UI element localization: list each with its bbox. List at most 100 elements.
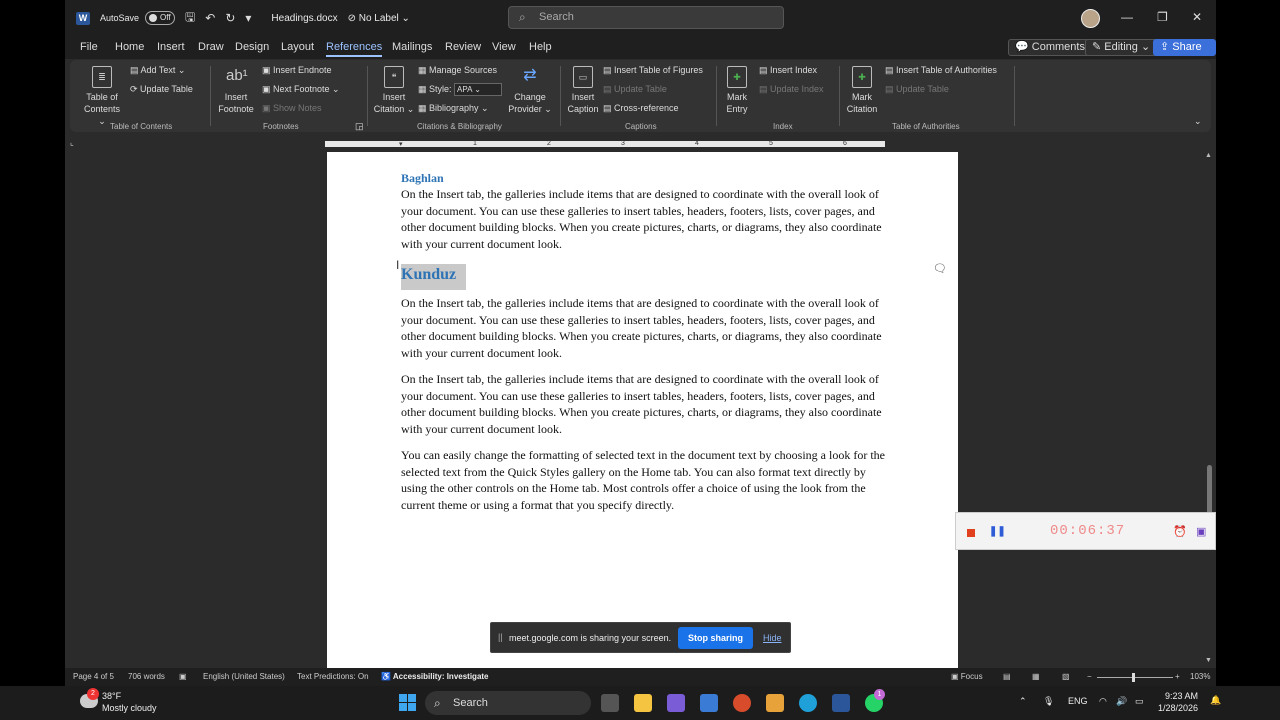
- store-icon[interactable]: [700, 694, 718, 712]
- camera-icon[interactable]: ▣: [1196, 525, 1206, 538]
- focus-button[interactable]: ▣ Focus: [951, 672, 983, 681]
- pause-recording-icon[interactable]: ❚❚: [989, 526, 1006, 537]
- weather-widget[interactable]: 38°F Mostly cloudy: [102, 690, 157, 714]
- copilot-icon[interactable]: [667, 694, 685, 712]
- save-icon[interactable]: 🖫: [185, 8, 195, 29]
- update-figures-table-button[interactable]: ▤ Update Table: [603, 84, 667, 95]
- insert-index-button[interactable]: ▤ Insert Index: [759, 65, 817, 76]
- zoom-level[interactable]: 103%: [1190, 672, 1210, 681]
- tab-file[interactable]: File: [80, 41, 98, 53]
- print-layout-icon[interactable]: ▦: [1032, 672, 1040, 681]
- tab-review[interactable]: Review: [445, 41, 481, 53]
- tab-view[interactable]: View: [492, 41, 516, 53]
- heading-baghlan[interactable]: Baghlan: [401, 171, 444, 186]
- body-paragraph[interactable]: You can easily change the formatting of …: [401, 447, 887, 513]
- footnotes-dialog-launcher-icon[interactable]: ◲: [355, 121, 364, 132]
- tab-selector-icon[interactable]: ⌞: [70, 138, 74, 147]
- page-count[interactable]: Page 4 of 5: [73, 672, 114, 681]
- accessibility-status[interactable]: ♿ Accessibility: Investigate: [381, 672, 489, 681]
- body-paragraph[interactable]: On the Insert tab, the galleries include…: [401, 371, 887, 437]
- scroll-up-icon[interactable]: ▲: [1205, 152, 1212, 159]
- zoom-out-icon[interactable]: −: [1087, 672, 1092, 681]
- stop-recording-icon[interactable]: [967, 529, 975, 537]
- manage-sources-button[interactable]: ▦ Manage Sources: [418, 65, 497, 76]
- tab-mailings[interactable]: Mailings: [392, 41, 432, 53]
- tab-home[interactable]: Home: [115, 41, 144, 53]
- system-clock[interactable]: 9:23 AM 1/28/2026: [1158, 690, 1198, 714]
- bibliography-button[interactable]: ▦ Bibliography ⌄: [418, 103, 489, 114]
- insert-citation-button[interactable]: ❝ Insert Citation ⌄: [373, 66, 415, 115]
- update-index-button[interactable]: ▤ Update Index: [759, 84, 824, 95]
- redo-icon[interactable]: ↻: [225, 11, 235, 25]
- tab-draw[interactable]: Draw: [198, 41, 224, 53]
- stop-sharing-button[interactable]: Stop sharing: [678, 627, 753, 649]
- style-combo[interactable]: APA ⌄: [454, 83, 503, 96]
- close-icon[interactable]: ✕: [1192, 10, 1202, 24]
- minimize-icon[interactable]: —: [1121, 10, 1133, 24]
- change-provider-button[interactable]: ⇄ Change Provider ⌄: [507, 66, 553, 115]
- insert-table-of-figures-button[interactable]: ▤ Insert Table of Figures: [603, 65, 703, 76]
- insert-endnote-button[interactable]: ▣ Insert Endnote: [262, 65, 332, 76]
- hide-sharing-bar-link[interactable]: Hide: [763, 633, 782, 643]
- user-avatar[interactable]: [1081, 9, 1100, 28]
- vertical-scrollbar[interactable]: ▲ ▼: [1203, 152, 1216, 668]
- ruler-indent-marker[interactable]: ▾: [399, 140, 403, 148]
- tab-layout[interactable]: Layout: [281, 41, 314, 53]
- scroll-down-icon[interactable]: ▼: [1205, 657, 1212, 664]
- volume-icon[interactable]: 🔊: [1116, 696, 1127, 707]
- body-paragraph[interactable]: On the Insert tab, the galleries include…: [401, 295, 887, 361]
- edge-icon[interactable]: [799, 694, 817, 712]
- body-paragraph[interactable]: On the Insert tab, the galleries include…: [401, 186, 887, 252]
- show-notes-button[interactable]: ▣ Show Notes: [262, 103, 322, 114]
- cross-reference-button[interactable]: ▤ Cross-reference: [603, 103, 679, 114]
- autosave-toggle[interactable]: Off: [145, 11, 176, 25]
- update-toc-button[interactable]: ⟳ Update Table: [130, 84, 193, 95]
- mark-entry-button[interactable]: ✚ Mark Entry: [722, 66, 752, 115]
- snipping-tool-icon[interactable]: [766, 694, 784, 712]
- start-button[interactable]: [399, 694, 416, 711]
- document-filename[interactable]: Headings.docx: [271, 13, 337, 24]
- recorder-app-icon[interactable]: [733, 694, 751, 712]
- drag-handle-icon[interactable]: ||: [498, 632, 503, 642]
- insert-table-of-authorities-button[interactable]: ▤ Insert Table of Authorities: [885, 65, 997, 76]
- table-of-contents-button[interactable]: ≣ Table of Contents ⌄: [82, 66, 122, 127]
- horizontal-ruler[interactable]: ⌞ ▾ 1 2 3 4 5 6: [65, 137, 1216, 149]
- undo-icon[interactable]: ↶: [205, 11, 215, 25]
- read-mode-icon[interactable]: ▤: [1003, 672, 1011, 681]
- heading-kunduz[interactable]: Kunduz: [401, 264, 467, 290]
- comment-icon[interactable]: 🗨: [933, 262, 947, 275]
- sensitivity-label[interactable]: ⊘ No Label ⌄: [348, 13, 410, 24]
- collapse-ribbon-icon[interactable]: ⌄: [1194, 116, 1202, 127]
- restore-icon[interactable]: ❐: [1157, 10, 1168, 24]
- taskbar-search[interactable]: ⌕ Search: [425, 691, 591, 715]
- alarm-icon[interactable]: ⏰: [1173, 525, 1187, 538]
- scrollbar-thumb[interactable]: [1207, 465, 1212, 515]
- text-predictions-status[interactable]: Text Predictions: On: [297, 672, 369, 681]
- notification-bell-icon[interactable]: 🔔: [1210, 695, 1221, 706]
- proofing-icon[interactable]: ▣: [179, 672, 187, 681]
- mark-citation-button[interactable]: ✚ Mark Citation: [844, 66, 880, 115]
- word-count[interactable]: 706 words: [128, 672, 165, 681]
- tab-references[interactable]: References: [326, 41, 383, 57]
- zoom-in-icon[interactable]: +: [1175, 672, 1180, 681]
- insert-caption-button[interactable]: ▭ Insert Caption: [565, 66, 601, 115]
- input-language[interactable]: ENG: [1068, 696, 1088, 706]
- word-taskbar-icon[interactable]: [832, 694, 850, 712]
- zoom-slider[interactable]: [1097, 677, 1173, 678]
- file-explorer-icon[interactable]: [634, 694, 652, 712]
- document-page[interactable]: Baghlan On the Insert tab, the galleries…: [327, 152, 958, 668]
- wifi-icon[interactable]: ◠: [1099, 696, 1107, 707]
- update-authorities-table-button[interactable]: ▤ Update Table: [885, 84, 949, 95]
- microphone-icon[interactable]: 🎙: [1043, 696, 1054, 707]
- battery-icon[interactable]: ▭: [1135, 696, 1144, 707]
- show-hidden-icons[interactable]: ⌃: [1019, 696, 1027, 707]
- zoom-slider-thumb[interactable]: [1132, 673, 1135, 682]
- next-footnote-button[interactable]: ▣ Next Footnote ⌄: [262, 84, 340, 95]
- web-layout-icon[interactable]: ▧: [1062, 672, 1070, 681]
- customize-toolbar-icon[interactable]: ▾: [245, 11, 251, 25]
- comments-button[interactable]: 💬 Comments: [1008, 39, 1092, 56]
- search-box[interactable]: ⌕ Search: [508, 6, 784, 29]
- tab-help[interactable]: Help: [529, 41, 552, 53]
- editing-button[interactable]: ✎ Editing ⌄: [1085, 39, 1158, 56]
- add-text-button[interactable]: ▤ Add Text ⌄: [130, 65, 185, 76]
